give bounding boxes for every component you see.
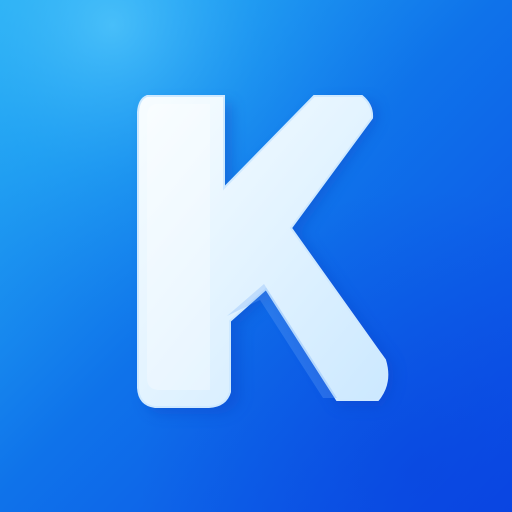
letter-highlight <box>147 104 210 390</box>
app-icon[interactable] <box>0 0 512 512</box>
k-logo-icon <box>0 0 512 512</box>
